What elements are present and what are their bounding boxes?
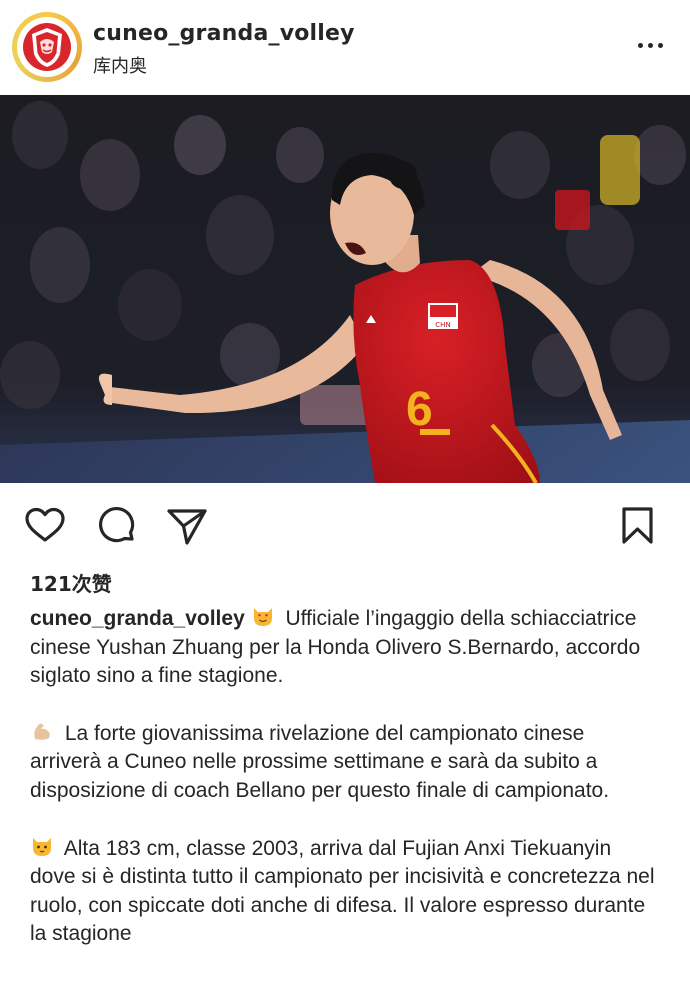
jersey-badge: CHN	[435, 321, 450, 329]
heart-icon[interactable]	[22, 503, 68, 549]
post-username[interactable]: cuneo_granda_volley	[93, 21, 355, 46]
caption-paragraph-2: La forte giovanissima rivelazione del ca…	[30, 719, 660, 806]
caption-text-3: Alta 183 cm, classe 2003, arriva dal Fuj…	[30, 836, 655, 946]
post-photo[interactable]: 6 CHN	[0, 95, 690, 483]
caption-paragraph-3: Alta 183 cm, classe 2003, arriva dal Fuj…	[30, 834, 660, 949]
post-caption: cuneo_granda_volley Ufficiale l’ingaggio…	[30, 604, 660, 949]
more-horizontal-icon[interactable]	[636, 36, 666, 56]
jersey-number: 6	[406, 383, 433, 436]
caption-paragraph-1: cuneo_granda_volley Ufficiale l’ingaggio…	[30, 604, 660, 691]
send-icon[interactable]	[164, 503, 210, 549]
comment-icon[interactable]	[94, 503, 140, 549]
avatar[interactable]	[12, 12, 82, 82]
likes-count[interactable]: 121次赞	[30, 568, 112, 597]
caption-text-2: La forte giovanissima rivelazione del ca…	[30, 721, 610, 802]
post-header: cuneo_granda_volley 库内奥	[0, 0, 690, 95]
player-photo-illustration: 6 CHN	[0, 95, 690, 483]
avatar-inner	[17, 17, 77, 77]
bookmark-icon[interactable]	[615, 503, 661, 549]
team-logo-icon	[23, 23, 71, 71]
cat-face-emoji-icon	[33, 837, 51, 856]
post-actions	[0, 495, 690, 555]
caption-username[interactable]: cuneo_granda_volley	[30, 607, 245, 630]
flexed-biceps-emoji-icon	[34, 723, 50, 740]
heart-eyes-cat-emoji-icon	[253, 608, 272, 626]
post-location[interactable]: 库内奥	[93, 52, 147, 78]
